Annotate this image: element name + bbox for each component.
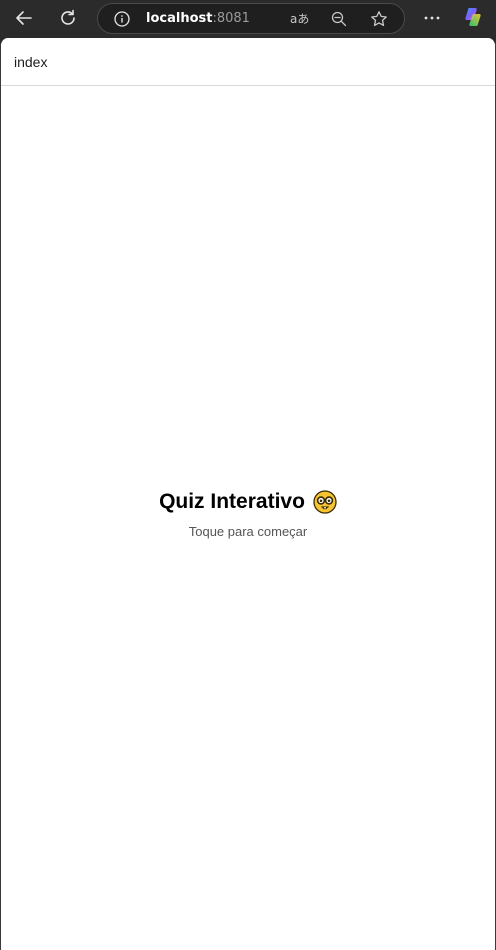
nerd-face-emoji-icon — [313, 490, 337, 514]
browser-toolbar: localhost:8081 aあ — [0, 0, 496, 38]
start-hint: Toque para começar — [188, 524, 308, 539]
quiz-title: Quiz Interativo — [159, 490, 337, 514]
address-bar[interactable]: localhost:8081 aあ — [97, 3, 405, 34]
url-port: :8081 — [212, 11, 250, 26]
reload-button[interactable] — [52, 4, 84, 32]
reload-icon — [61, 9, 75, 25]
more-menu-button[interactable] — [416, 4, 448, 32]
app-header: index — [1, 38, 495, 86]
url-host: localhost — [146, 11, 213, 26]
more-dots-icon — [424, 16, 440, 20]
quiz-title-text: Quiz Interativo — [159, 490, 305, 513]
zoom-out-icon[interactable] — [331, 11, 347, 27]
copilot-icon[interactable] — [463, 6, 485, 28]
start-screen[interactable]: Quiz Interativo Toque para começar — [1, 490, 495, 539]
favorite-star-icon[interactable] — [370, 10, 388, 28]
page-viewport: index Quiz Interativo Toque para começar — [0, 38, 496, 950]
url-text[interactable]: localhost:8081 — [146, 11, 250, 27]
back-button[interactable] — [8, 4, 40, 32]
translate-icon[interactable]: aあ — [290, 10, 310, 28]
header-title: index — [14, 54, 48, 70]
arrow-left-icon — [16, 11, 32, 25]
info-icon[interactable] — [114, 11, 130, 27]
